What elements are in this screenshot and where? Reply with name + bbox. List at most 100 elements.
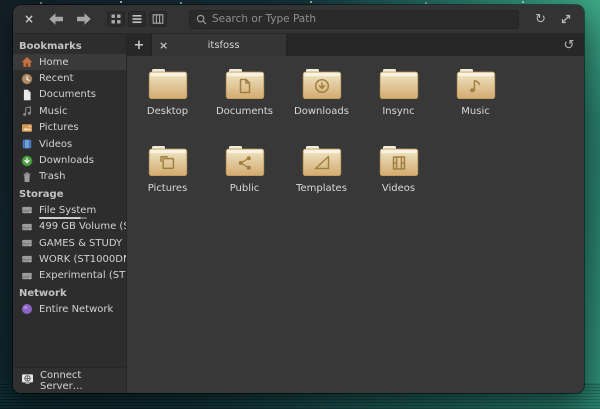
sidebar-item-recent[interactable]: Recent — [13, 70, 126, 86]
forward-button[interactable] — [75, 12, 93, 26]
folder-icon — [302, 68, 342, 100]
sidebar: Bookmarks Home — [13, 34, 127, 393]
back-button[interactable] — [47, 12, 65, 26]
folder-label: Downloads — [294, 106, 349, 117]
sidebar-item-music[interactable]: Music — [13, 103, 126, 119]
folder-icon — [302, 145, 342, 177]
network-icon — [21, 303, 33, 315]
folder-label: Pictures — [148, 183, 188, 194]
list-view-button[interactable] — [128, 11, 146, 27]
drive-icon — [21, 253, 33, 265]
pictures-icon — [21, 122, 33, 134]
sidebar-item-label: File System — [39, 205, 96, 216]
folder-icon — [379, 68, 419, 100]
connect-server-button[interactable]: Connect Server… — [13, 367, 126, 393]
videos-icon — [21, 138, 33, 150]
column-view-button[interactable] — [149, 11, 167, 27]
folder-label: Documents — [216, 106, 273, 117]
home-icon — [21, 56, 33, 68]
trash-icon — [21, 171, 33, 183]
view-toggle-group — [107, 11, 167, 27]
search-input[interactable] — [212, 13, 512, 25]
back-arrow-icon — [47, 12, 65, 26]
file-manager-window: × — [13, 5, 584, 393]
folder-music[interactable]: Music — [437, 63, 514, 140]
fullscreen-button[interactable] — [560, 13, 572, 25]
drive-icon — [21, 237, 33, 249]
sidebar-item-label: Trash — [39, 171, 65, 182]
new-tab-button[interactable]: + — [127, 34, 151, 56]
folder-icon — [148, 68, 188, 100]
column-view-icon — [152, 13, 164, 25]
sidebar-item-trash[interactable]: Trash — [13, 169, 126, 185]
sidebar-item-file-system[interactable]: File System — [13, 202, 126, 218]
tab-close-icon[interactable]: × — [159, 40, 168, 51]
connect-server-label: Connect Server… — [40, 370, 126, 392]
sidebar-item-label: Entire Network — [39, 304, 113, 315]
icon-view-button[interactable] — [107, 11, 125, 27]
folder-label: Music — [461, 106, 489, 117]
document-icon — [21, 89, 33, 101]
search-icon — [196, 14, 207, 25]
drive-icon — [21, 270, 33, 282]
window-close-button[interactable]: × — [21, 12, 37, 26]
sidebar-header-network: Network — [13, 284, 126, 301]
folder-desktop[interactable]: Desktop — [129, 63, 206, 140]
toolbar-right: ↻ — [535, 13, 572, 26]
sidebar-item-home[interactable]: Home — [13, 54, 126, 70]
sidebar-item-label: Experimental (ST10… — [39, 270, 126, 281]
folder-templates[interactable]: Templates — [283, 140, 360, 217]
folder-public[interactable]: Public — [206, 140, 283, 217]
search-field[interactable] — [189, 10, 519, 29]
folder-pictures[interactable]: Pictures — [129, 140, 206, 217]
tab-bar: + × itsfoss ↺ — [127, 34, 584, 56]
wallpaper-stars — [120, 1, 122, 3]
sidebar-item-label: Home — [39, 57, 69, 68]
tab-itsfoss[interactable]: × itsfoss — [151, 34, 287, 56]
main-pane: + × itsfoss ↺ Desktop — [127, 34, 584, 393]
sidebar-item-label: 499 GB Volume (Sa… — [39, 221, 126, 232]
sidebar-item-volume-499gb[interactable]: 499 GB Volume (Sa… — [13, 219, 126, 235]
folder-downloads[interactable]: Downloads — [283, 63, 360, 140]
sidebar-item-experimental[interactable]: Experimental (ST10… — [13, 268, 126, 284]
file-grid: Desktop Documents — [127, 56, 584, 393]
folder-label: Public — [230, 183, 260, 194]
sidebar-header-bookmarks: Bookmarks — [13, 37, 126, 54]
downloads-icon — [21, 155, 33, 167]
refresh-button[interactable]: ↻ — [535, 13, 546, 26]
folder-label: Videos — [382, 183, 415, 194]
sidebar-header-storage: Storage — [13, 185, 126, 202]
server-icon — [21, 373, 34, 388]
sidebar-item-label: WORK (ST1000DM0… — [39, 254, 126, 265]
sidebar-item-videos[interactable]: Videos — [13, 136, 126, 152]
sidebar-item-label: Recent — [39, 73, 74, 84]
folder-documents[interactable]: Documents — [206, 63, 283, 140]
music-icon — [21, 105, 33, 117]
toolbar: × — [13, 5, 584, 34]
drive-icon — [21, 221, 33, 233]
grid-view-icon — [110, 13, 122, 25]
folder-icon — [225, 68, 265, 100]
sidebar-item-work[interactable]: WORK (ST1000DM0… — [13, 251, 126, 267]
sidebar-item-label: Downloads — [39, 155, 94, 166]
sidebar-item-games-study[interactable]: GAMES & STUDY (S… — [13, 235, 126, 251]
drive-icon — [21, 204, 33, 216]
forward-arrow-icon — [75, 12, 93, 26]
sidebar-item-pictures[interactable]: Pictures — [13, 120, 126, 136]
recent-icon — [21, 73, 33, 85]
sidebar-item-label: Pictures — [39, 122, 79, 133]
history-button[interactable]: ↺ — [554, 34, 584, 56]
folder-icon — [456, 68, 496, 100]
list-view-icon — [131, 13, 143, 25]
sidebar-item-label: Music — [39, 106, 67, 117]
folder-label: Templates — [296, 183, 347, 194]
tabbar-spacer — [287, 34, 554, 56]
sidebar-item-downloads[interactable]: Downloads — [13, 152, 126, 168]
folder-icon — [148, 145, 188, 177]
folder-videos[interactable]: Videos — [360, 140, 437, 217]
folder-icon — [225, 145, 265, 177]
sidebar-item-entire-network[interactable]: Entire Network — [13, 301, 126, 317]
sidebar-list: Bookmarks Home — [13, 37, 126, 367]
sidebar-item-documents[interactable]: Documents — [13, 87, 126, 103]
folder-insync[interactable]: Insync — [360, 63, 437, 140]
